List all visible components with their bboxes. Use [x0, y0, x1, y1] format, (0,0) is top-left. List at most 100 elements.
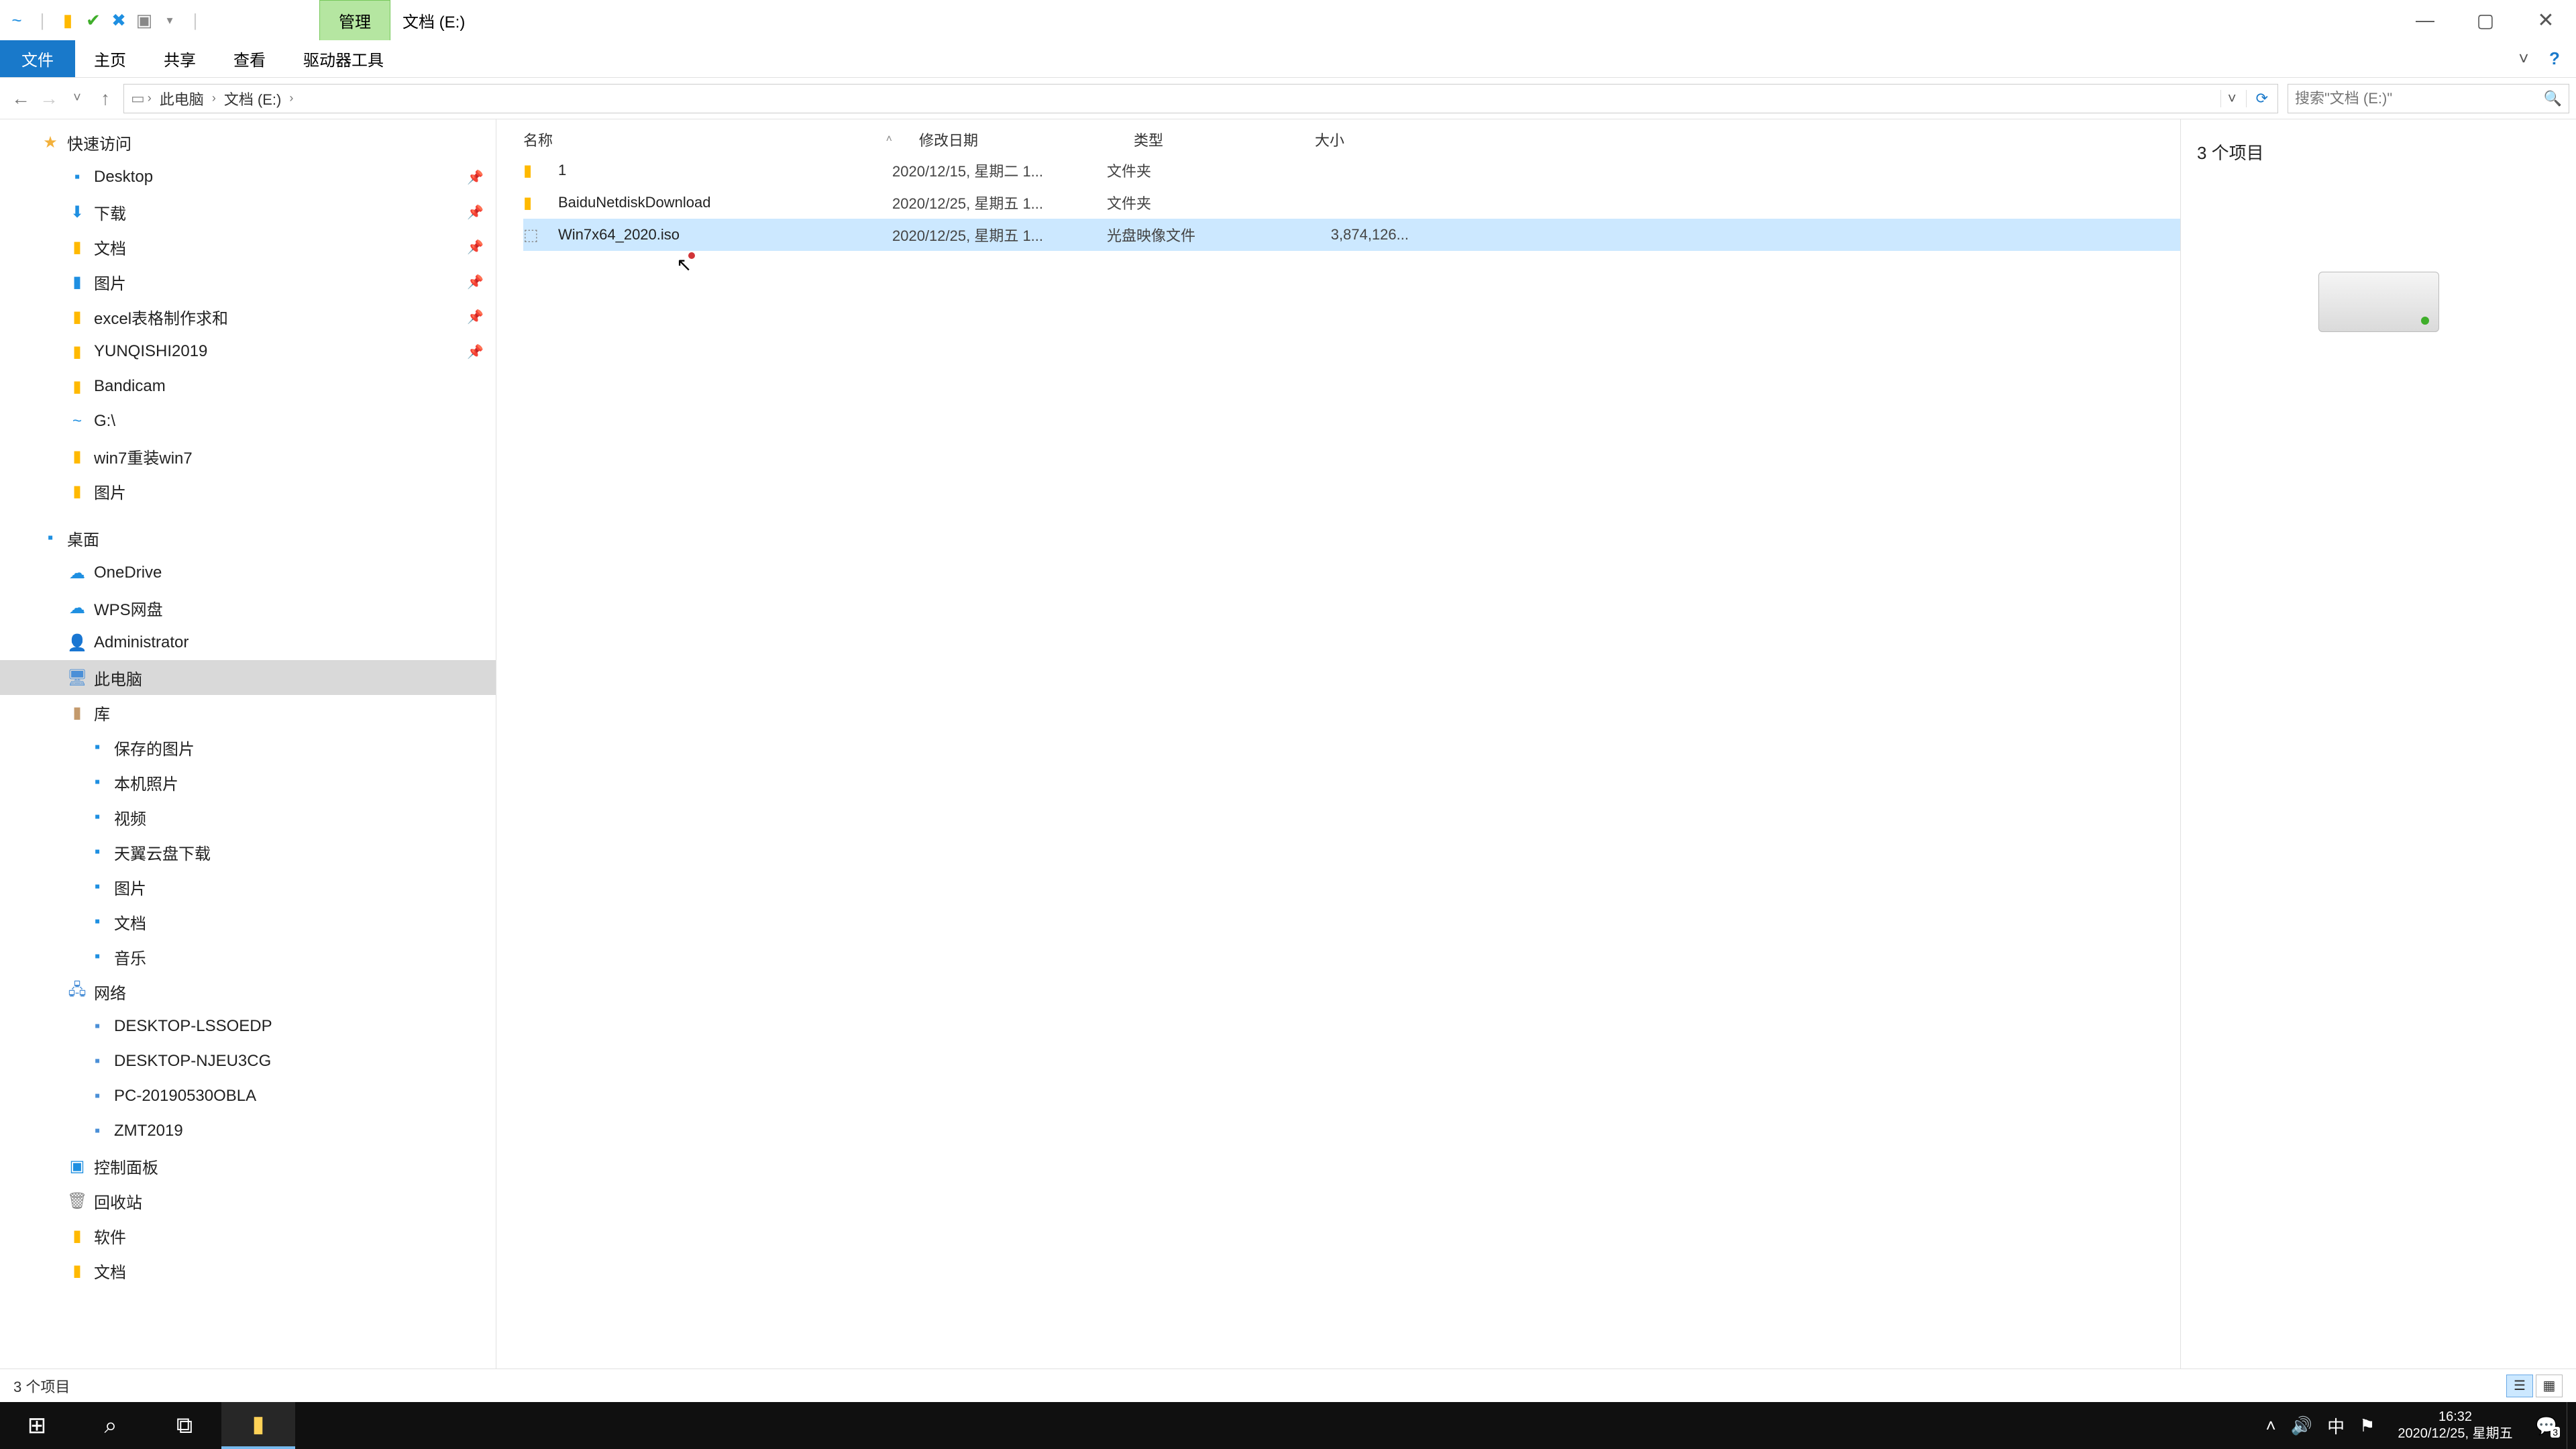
refresh-icon[interactable]: ⟳	[2246, 90, 2277, 107]
address-dropdown[interactable]: ˅	[2220, 90, 2243, 107]
tree-pics3[interactable]: ▪图片	[0, 869, 496, 904]
view-details-button[interactable]: ☰	[2506, 1375, 2533, 1397]
tab-view[interactable]: 查看	[215, 40, 284, 77]
volume-icon[interactable]: 🔊	[2291, 1415, 2312, 1436]
file-row-selected[interactable]: ⬚Win7x64_2020.iso 2020/12/25, 星期五 1... 光…	[523, 219, 2180, 251]
navigation-tree[interactable]: ★ 快速访问 ▪Desktop📌 ⬇下载📌 ▮文档📌 ▮图片📌 ▮excel表格制…	[0, 119, 496, 1368]
contextual-tab-manage[interactable]: 管理	[319, 0, 390, 40]
tree-libraries[interactable]: ▮库	[0, 695, 496, 730]
tree-documents3[interactable]: ▮文档	[0, 1253, 496, 1288]
tree-pictures2[interactable]: ▮图片	[0, 474, 496, 508]
label: 天翼云盘下载	[114, 841, 211, 864]
taskbar-explorer[interactable]: ▮	[221, 1402, 295, 1449]
view-icons-button[interactable]: ▦	[2536, 1375, 2563, 1397]
col-type[interactable]: 类型	[1134, 129, 1315, 150]
close-button[interactable]: ✕	[2516, 0, 2576, 40]
tree-quick-access[interactable]: ★ 快速访问	[0, 125, 496, 160]
tree-recycle[interactable]: 🗑回收站	[0, 1183, 496, 1218]
tree-wps[interactable]: ☁WPS网盘	[0, 590, 496, 625]
ime-indicator[interactable]: 中	[2327, 1413, 2345, 1438]
show-desktop-button[interactable]	[2567, 1402, 2576, 1449]
forward-button[interactable]: →	[35, 85, 63, 113]
tree-desktop[interactable]: ▪Desktop📌	[0, 160, 496, 195]
tree-win7[interactable]: ▮win7重装win7	[0, 439, 496, 474]
tree-software[interactable]: ▮软件	[0, 1218, 496, 1253]
tree-administrator[interactable]: 👤Administrator	[0, 625, 496, 660]
col-name[interactable]: 名称˄	[523, 129, 919, 150]
tree-downloads[interactable]: ⬇下载📌	[0, 195, 496, 229]
search-input[interactable]	[2295, 90, 2544, 107]
column-headers[interactable]: 名称˄ 修改日期 类型 大小	[523, 125, 2180, 154]
tree-excel-folder[interactable]: ▮excel表格制作求和📌	[0, 299, 496, 334]
tree-savedpics[interactable]: ▪保存的图片	[0, 730, 496, 765]
ribbon-collapse-icon[interactable]: ˅	[2513, 48, 2534, 70]
app-icon: ~	[7, 10, 27, 30]
tree-video[interactable]: ▪视频	[0, 800, 496, 835]
tab-share[interactable]: 共享	[145, 40, 215, 77]
tree-pc2[interactable]: ▪DESKTOP-NJEU3CG	[0, 1044, 496, 1079]
qat-dropdown-icon[interactable]: ▾	[160, 10, 180, 30]
tree-pc1[interactable]: ▪DESKTOP-LSSOEDP	[0, 1009, 496, 1044]
search-button[interactable]: ⌕	[74, 1402, 148, 1449]
tray-overflow-icon[interactable]: ˄	[2266, 1415, 2276, 1436]
tree-thispc[interactable]: 🖥此电脑	[0, 660, 496, 695]
clock[interactable]: 16:32 2020/12/25, 星期五	[2390, 1409, 2520, 1442]
history-dropdown[interactable]: ˅	[63, 85, 91, 113]
minimize-button[interactable]: —	[2395, 0, 2455, 40]
pic-icon: ▪	[87, 738, 107, 757]
action-center-icon[interactable]: 💬3	[2536, 1415, 2557, 1436]
file-row[interactable]: ▮BaiduNetdiskDownload 2020/12/25, 星期五 1.…	[523, 186, 2180, 219]
crumb-drive[interactable]: 文档 (E:)	[219, 88, 287, 109]
tree-music[interactable]: ▪音乐	[0, 939, 496, 974]
col-date[interactable]: 修改日期	[919, 129, 1134, 150]
file-row[interactable]: ▮1 2020/12/15, 星期二 1... 文件夹	[523, 154, 2180, 186]
label: 下载	[94, 201, 126, 224]
search-icon[interactable]: 🔍	[2544, 90, 2562, 107]
maximize-button[interactable]: ▢	[2455, 0, 2516, 40]
file-type: 文件夹	[1107, 192, 1288, 213]
tree-yunqishi[interactable]: ▮YUNQISHI2019📌	[0, 334, 496, 369]
label: ZMT2019	[114, 1122, 183, 1140]
col-size[interactable]: 大小	[1315, 129, 1449, 150]
search-box[interactable]: 🔍	[2288, 84, 2569, 113]
tab-home[interactable]: 主页	[75, 40, 145, 77]
star-icon: ★	[40, 133, 60, 152]
tree-controlpanel[interactable]: ▣控制面板	[0, 1148, 496, 1183]
crumb-chevron-pc[interactable]: ›	[212, 91, 216, 105]
start-button[interactable]: ⊞	[0, 1402, 74, 1449]
file-size: 3,874,126...	[1288, 226, 1422, 244]
file-list[interactable]: 名称˄ 修改日期 类型 大小 ▮1 2020/12/15, 星期二 1... 文…	[496, 119, 2180, 1368]
properties-icon[interactable]: ▣	[134, 10, 154, 30]
tree-docs2[interactable]: ▪文档	[0, 904, 496, 939]
checkmark-icon[interactable]: ✔	[83, 10, 103, 30]
tree-network[interactable]: 🖧网络	[0, 974, 496, 1009]
taskview-button[interactable]: ⧉	[148, 1402, 221, 1449]
crumb-chevron-drive[interactable]: ›	[289, 91, 293, 105]
crumb-thispc[interactable]: 此电脑	[154, 88, 209, 109]
tab-home-label: 主页	[94, 47, 126, 70]
address-bar[interactable]: ▭ › 此电脑 › 文档 (E:) › ˅ ⟳	[123, 84, 2278, 113]
security-icon[interactable]: ⚑	[2359, 1415, 2375, 1436]
crumb-chevron-root[interactable]: ›	[148, 91, 152, 105]
tree-pc3[interactable]: ▪PC-20190530OBLA	[0, 1079, 496, 1114]
desktop-icon: ▪	[40, 529, 60, 547]
close-x-icon[interactable]: ✖	[109, 10, 129, 30]
title-bar: ~ | ▮ ✔ ✖ ▣ ▾ | 管理 文档 (E:) — ▢ ✕	[0, 0, 2576, 40]
tree-pc4[interactable]: ▪ZMT2019	[0, 1114, 496, 1148]
taskbar: ⊞ ⌕ ⧉ ▮ ˄ 🔊 中 ⚑ 16:32 2020/12/25, 星期五 💬3	[0, 1402, 2576, 1449]
tab-drivetools[interactable]: 驱动器工具	[284, 40, 402, 77]
tree-onedrive[interactable]: ☁OneDrive	[0, 555, 496, 590]
tab-file[interactable]: 文件	[0, 40, 75, 77]
tree-bandicam[interactable]: ▮Bandicam	[0, 369, 496, 404]
label: 快速访问	[67, 131, 131, 154]
tree-tianyi[interactable]: ▪天翼云盘下载	[0, 835, 496, 869]
tree-desktop-root[interactable]: ▪桌面	[0, 521, 496, 555]
back-button[interactable]: ←	[7, 85, 35, 113]
tree-localphotos[interactable]: ▪本机照片	[0, 765, 496, 800]
tree-pictures[interactable]: ▮图片📌	[0, 264, 496, 299]
tree-documents[interactable]: ▮文档📌	[0, 229, 496, 264]
cloud-icon: ☁	[67, 564, 87, 583]
up-button[interactable]: ↑	[91, 85, 119, 113]
tree-gdrive[interactable]: ~G:\	[0, 404, 496, 439]
help-icon[interactable]: ?	[2544, 48, 2565, 70]
